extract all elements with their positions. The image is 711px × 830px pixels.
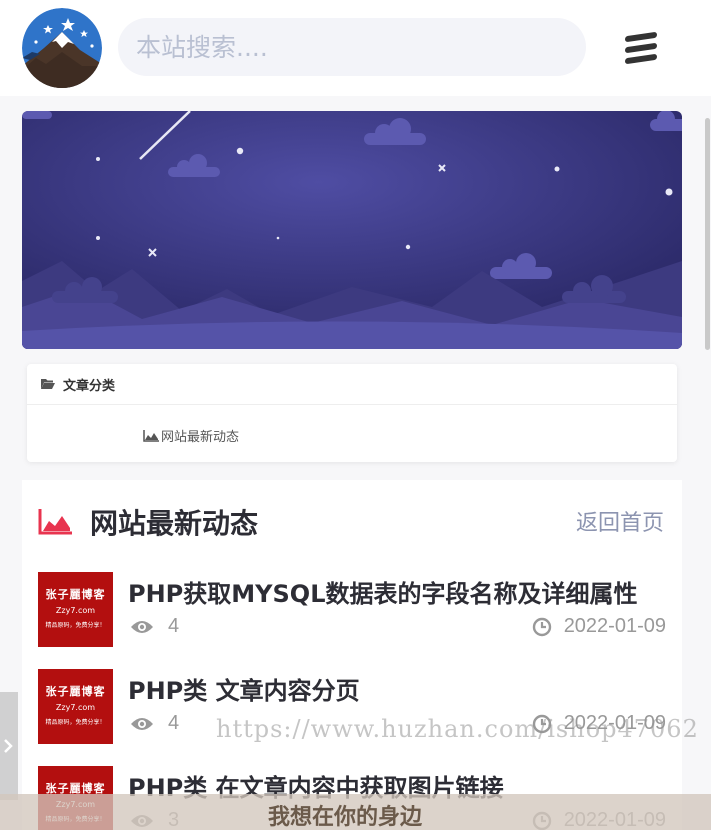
date-text: 2022-01-09 (563, 615, 666, 637)
thumb-domain: Zzy7.com (55, 703, 96, 712)
post-views: 4 (130, 615, 179, 638)
header (0, 0, 711, 96)
hamburger-menu-icon[interactable] (622, 31, 662, 65)
search-box[interactable] (118, 18, 586, 76)
thumb-slogan: 精品原码，免费分享！ (45, 622, 106, 629)
post-thumbnail[interactable]: 张子麗博客 Zzy7.com 精品原码，免费分享！ (38, 669, 113, 744)
view-count: 4 (168, 615, 180, 637)
night-sky-banner (22, 111, 682, 349)
thumb-name: 张子麗博客 (45, 685, 106, 698)
category-link-news[interactable]: 网站最新动态 (143, 426, 239, 445)
back-home-link[interactable]: 返回首页 (576, 505, 664, 537)
view-count: 4 (168, 712, 180, 734)
news-list-header: 网站最新动态 (38, 502, 258, 542)
thumb-name: 张子麗博客 (45, 588, 106, 601)
category-link-label: 网站最新动态 (161, 430, 240, 445)
clock-icon (532, 714, 551, 733)
eye-icon (131, 717, 153, 730)
hero-banner (22, 111, 682, 349)
side-panel-toggle[interactable] (0, 692, 18, 800)
category-title: 文章分类 (63, 378, 116, 394)
chevron-right-icon (4, 739, 13, 753)
area-chart-icon (38, 509, 72, 535)
scrollbar-thumb[interactable] (705, 118, 710, 350)
thumb-slogan: 精品原码，免费分享！ (45, 719, 106, 726)
logo[interactable] (22, 8, 102, 88)
eye-icon (131, 620, 153, 633)
area-chart-icon (143, 429, 159, 442)
folder-open-icon (41, 379, 55, 389)
scrollbar[interactable] (703, 0, 711, 830)
list-item[interactable]: 张子麗博客 Zzy7.com 精品原码，免费分享！ PHP类 文章内容分页 4 … (38, 669, 666, 749)
post-views: 4 (130, 712, 179, 735)
clock-icon (532, 617, 551, 636)
list-item[interactable]: 张子麗博客 Zzy7.com 精品原码，免费分享！ PHP获取MYSQL数据表的… (38, 572, 666, 652)
date-text: 2022-01-09 (563, 712, 666, 734)
post-date: 2022-01-09 (532, 712, 666, 735)
post-date: 2022-01-09 (532, 615, 666, 638)
mountain-logo-icon (22, 8, 102, 88)
news-list-card: 网站最新动态 返回首页 张子麗博客 Zzy7.com 精品原码，免费分享！ PH… (22, 480, 682, 830)
post-title[interactable]: PHP获取MYSQL数据表的字段名称及详细属性 (128, 574, 638, 609)
lyric-text: 我想在你的身边 (268, 805, 423, 830)
music-lyric-bar[interactable]: 我想在你的身边 (0, 794, 711, 830)
thumb-domain: Zzy7.com (55, 606, 96, 615)
category-card: 文章分类 网站最新动态 (27, 364, 677, 462)
category-header: 文章分类 (27, 364, 677, 405)
news-list-title: 网站最新动态 (90, 507, 259, 540)
search-input[interactable] (118, 18, 586, 76)
post-thumbnail[interactable]: 张子麗博客 Zzy7.com 精品原码，免费分享！ (38, 572, 113, 647)
post-title[interactable]: PHP类 文章内容分页 (128, 671, 360, 706)
